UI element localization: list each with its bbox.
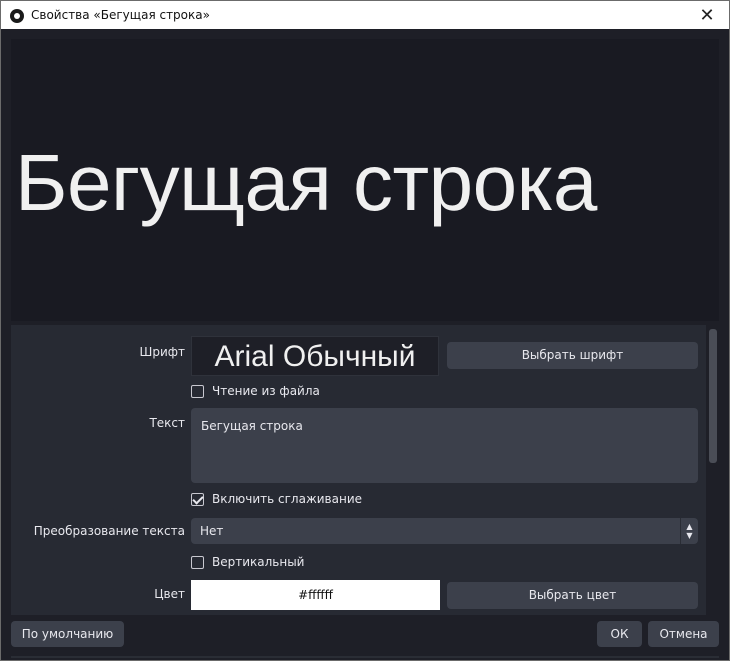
defaults-button[interactable]: По умолчанию [11,621,124,647]
text-transform-select[interactable]: Нет ▲ ▼ [191,518,698,544]
text-input[interactable]: Бегущая строка [191,408,698,483]
text-transform-value: Нет [200,524,224,538]
color-label: Цвет [154,587,185,601]
source-preview: Бегущая строка [11,39,719,321]
font-preview: Arial Обычный [191,336,439,376]
close-button[interactable]: ✕ [685,1,729,30]
font-label: Шрифт [139,345,186,359]
checkbox-icon[interactable] [191,385,204,398]
properties-scrollbar[interactable] [709,329,717,463]
chevron-updown-icon[interactable]: ▲ ▼ [680,518,698,544]
read-from-file-label: Чтение из файла [212,384,320,398]
choose-font-button[interactable]: Выбрать шрифт [447,342,698,369]
title-bar: Свойства «Бегущая строка» ✕ [0,0,730,30]
preview-text: Бегущая строка [15,138,597,227]
antialiasing-label: Включить сглаживание [212,492,363,506]
color-swatch: #ffffff [191,580,440,610]
ok-button[interactable]: ОК [597,621,642,647]
text-transform-label: Преобразование текста [33,524,185,538]
vertical-label: Вертикальный [212,555,305,569]
choose-color-button[interactable]: Выбрать цвет [447,582,698,609]
checkbox-icon[interactable] [191,556,204,569]
checkmark-icon[interactable] [191,493,204,506]
bottom-divider [11,656,719,658]
obs-logo-icon [10,9,24,23]
window-title: Свойства «Бегущая строка» [31,8,210,22]
text-label: Текст [149,416,185,430]
cancel-button[interactable]: Отмена [648,621,719,647]
